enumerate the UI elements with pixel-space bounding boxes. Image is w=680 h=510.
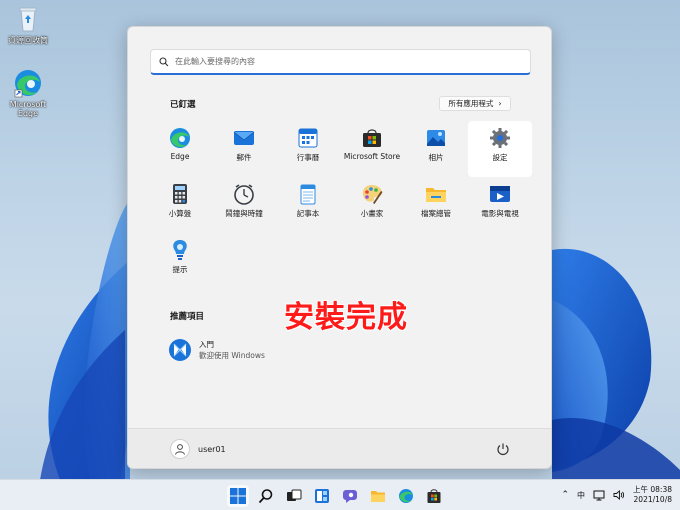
task-view-icon	[287, 489, 302, 501]
app-label: 鬧鐘與時鐘	[225, 209, 263, 218]
all-apps-label: 所有應用程式	[448, 99, 494, 108]
app-label: 小算盤	[168, 209, 192, 218]
calculator-icon	[169, 183, 191, 205]
windows-logo-icon	[230, 488, 246, 504]
app-label: 設定	[492, 153, 508, 162]
pinned-app-store[interactable]: Microsoft Store	[340, 121, 404, 177]
widgets-icon	[315, 489, 329, 503]
taskbar-search-button[interactable]	[255, 485, 277, 507]
pinned-title: 已釘選	[170, 100, 196, 110]
user-account-button[interactable]: user01	[170, 439, 226, 459]
user-avatar-icon	[170, 439, 190, 459]
pinned-app-calendar[interactable]: 行事曆	[276, 121, 340, 177]
chevron-up-icon[interactable]: ⌃	[561, 490, 569, 500]
calendar-icon	[297, 127, 319, 149]
pinned-app-paint[interactable]: 小畫家	[340, 177, 404, 233]
pinned-app-explorer[interactable]: 檔案總管	[404, 177, 468, 233]
notepad-icon	[297, 183, 319, 205]
get-started-icon	[168, 338, 192, 362]
pinned-app-settings[interactable]: 設定	[468, 121, 532, 177]
start-button[interactable]	[227, 485, 249, 507]
task-view-button[interactable]	[283, 485, 305, 507]
start-search-box[interactable]: 在此輸入要搜尋的內容	[150, 49, 531, 75]
pinned-app-edge[interactable]: Edge	[148, 121, 212, 177]
app-label: Edge	[170, 152, 190, 161]
search-icon	[258, 489, 273, 504]
app-label: 郵件	[236, 153, 252, 162]
file-explorer-button[interactable]	[367, 485, 389, 507]
store-icon	[427, 489, 441, 503]
app-label: 小畫家	[360, 209, 384, 218]
pinned-app-mail[interactable]: 郵件	[212, 121, 276, 177]
recommended-title-text: 入門	[199, 340, 214, 349]
recycle-bin-label: 資源回收筒	[8, 36, 48, 45]
pinned-app-clock[interactable]: 鬧鐘與時鐘	[212, 177, 276, 233]
recommended-item-get-started[interactable]: 入門 歡迎使用 Windows	[168, 338, 265, 362]
chat-button[interactable]	[339, 485, 361, 507]
user-name: user01	[198, 444, 226, 454]
app-label: 相片	[428, 153, 444, 162]
folder-icon	[371, 491, 385, 502]
store-taskbar-button[interactable]	[423, 485, 445, 507]
taskbar: ⌃ 中 上午 08:38 2021/10/8	[0, 479, 680, 510]
movies-icon	[489, 183, 511, 205]
clock-date: 2021/10/8	[633, 495, 672, 504]
settings-icon	[489, 127, 511, 149]
search-icon	[159, 56, 169, 66]
edge-taskbar-button[interactable]	[395, 485, 417, 507]
photos-icon	[425, 127, 447, 149]
widgets-button[interactable]	[311, 485, 333, 507]
mail-icon	[233, 127, 255, 149]
pinned-app-movies[interactable]: 電影與電視	[468, 177, 532, 233]
chat-icon	[343, 490, 357, 503]
desktop-recycle-bin[interactable]: 資源回收筒	[0, 4, 56, 45]
install-complete-overlay: 安裝完成	[284, 300, 408, 335]
recommended-title: 推薦項目	[170, 312, 205, 322]
power-icon[interactable]	[495, 441, 511, 457]
edge-icon	[13, 68, 43, 98]
paint-icon	[361, 183, 383, 205]
edge-desktop-label: Microsoft Edge	[9, 100, 47, 118]
start-menu: 在此輸入要搜尋的內容 已釘選 所有應用程式 › Edge 郵件 行事曆 Micr…	[127, 26, 552, 469]
app-label: Microsoft Store	[343, 152, 401, 161]
edge-icon	[399, 489, 413, 503]
pinned-app-photos[interactable]: 相片	[404, 121, 468, 177]
clock-time: 上午 08:38	[633, 485, 672, 494]
edge-icon	[169, 127, 191, 149]
app-label: 記事本	[296, 209, 320, 218]
folder-icon	[425, 183, 447, 205]
pinned-app-tips[interactable]: 提示	[148, 233, 212, 289]
clock-icon	[233, 183, 255, 205]
app-label: 提示	[172, 265, 188, 274]
search-placeholder: 在此輸入要搜尋的內容	[175, 57, 255, 66]
chevron-right-icon: ›	[498, 99, 502, 108]
pinned-app-calculator[interactable]: 小算盤	[148, 177, 212, 233]
network-icon[interactable]	[593, 489, 605, 501]
app-label: 檔案總管	[421, 209, 451, 218]
tips-icon	[169, 239, 191, 261]
store-icon	[361, 127, 383, 149]
pinned-app-notepad[interactable]: 記事本	[276, 177, 340, 233]
desktop-edge[interactable]: Microsoft Edge	[0, 68, 56, 118]
taskbar-clock[interactable]: 上午 08:38 2021/10/8	[633, 485, 672, 505]
all-apps-button[interactable]: 所有應用程式 ›	[439, 96, 511, 111]
system-tray: ⌃ 中 上午 08:38 2021/10/8	[561, 485, 672, 505]
app-label: 行事曆	[296, 153, 320, 162]
start-footer: user01	[128, 428, 551, 468]
recycle-bin-icon	[13, 4, 43, 34]
app-label: 電影與電視	[481, 209, 519, 218]
recommended-subtitle-text: 歡迎使用 Windows	[199, 351, 265, 360]
ime-indicator[interactable]: 中	[577, 490, 585, 501]
volume-icon[interactable]	[613, 489, 625, 501]
